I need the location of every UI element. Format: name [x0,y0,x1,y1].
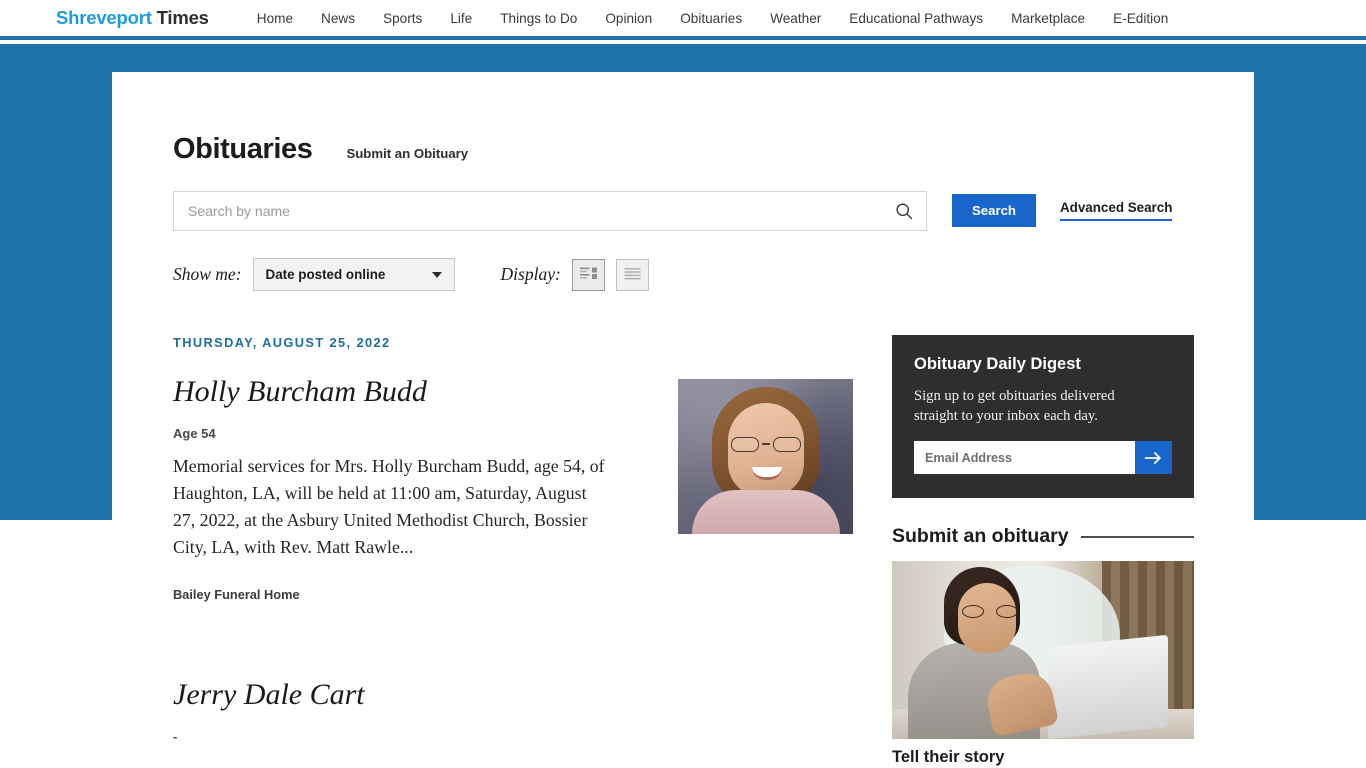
digest-subtitle: Sign up to get obituaries delivered stra… [914,388,1115,424]
listing-date-header: THURSDAY, AUGUST 25, 2022 [173,335,391,350]
search-icon-button[interactable] [882,192,926,230]
search-button[interactable]: Search [952,194,1036,227]
show-me-select[interactable]: Date posted online [252,258,455,291]
obituary-entry: Holly Burcham Budd Age 54 Memorial servi… [173,375,605,602]
submit-obituary-link[interactable]: Submit an Obituary [346,146,468,161]
obituary-age: Age 54 [173,426,216,441]
nav-item-obituaries[interactable]: Obituaries [666,11,756,26]
heading-divider [1080,535,1194,538]
glasses-icon [728,437,804,452]
advanced-search-link[interactable]: Advanced Search [1060,200,1173,221]
nav-item-marketplace[interactable]: Marketplace [997,11,1099,26]
nav-item-e-edition[interactable]: E-Edition [1099,11,1182,26]
arrow-right-icon [1144,451,1161,464]
show-me-label: Show me: [173,264,242,284]
submit-obituary-heading: Submit an obituary [892,525,1194,548]
list-view-icon [624,268,641,280]
site-logo[interactable]: Shreveport Times [56,7,209,29]
nav-item-educational-pathways[interactable]: Educational Pathways [835,11,997,26]
obituary-entry: Jerry Dale Cart - [173,678,365,744]
primary-nav-links: Home News Sports Life Things to Do Opini… [243,11,1183,26]
nav-item-news[interactable]: News [307,11,369,26]
nav-item-weather[interactable]: Weather [756,11,835,26]
digest-title: Obituary Daily Digest [914,355,1081,373]
glasses-icon [962,605,1018,618]
nav-item-sports[interactable]: Sports [369,11,436,26]
obituary-daily-digest-panel: Obituary Daily Digest Sign up to get obi… [892,335,1194,498]
nav-item-home[interactable]: Home [243,11,307,26]
digest-signup-form [914,441,1172,474]
obituary-funeral-home: Bailey Funeral Home [173,587,300,602]
search-input[interactable] [174,192,882,230]
display-label: Display: [500,264,561,284]
obituary-portrait-photo[interactable] [678,379,853,534]
email-field[interactable] [914,441,1135,474]
submit-obituary-caption-link[interactable]: Tell their story [892,748,1004,767]
show-me-selected-value: Date posted online [265,267,386,282]
promo-person-face [958,583,1016,653]
grid-view-icon [579,267,597,279]
obituary-age: - [173,729,178,744]
obituary-name-link[interactable]: Jerry Dale Cart [173,678,365,712]
digest-submit-button[interactable] [1135,441,1172,474]
display-mode-grid-button[interactable] [571,258,605,291]
search-icon [896,203,913,220]
page-heading-row: Obituaries Submit an Obituary [173,133,468,166]
filter-row: Show me: Date posted online Display: [173,258,649,291]
chevron-down-icon [431,271,442,278]
search-field-wrapper[interactable] [173,191,927,231]
portrait-shoulders [692,490,840,534]
nav-item-opinion[interactable]: Opinion [591,11,666,26]
obituary-excerpt: Memorial services for Mrs. Holly Burcham… [173,456,605,557]
submit-obituary-heading-text: Submit an obituary [892,525,1069,547]
brand-primary: Shreveport [56,7,152,28]
nav-item-things-to-do[interactable]: Things to Do [486,11,591,26]
submit-obituary-promo-image[interactable] [892,561,1194,739]
nav-item-life[interactable]: Life [436,11,486,26]
top-navigation-bar: Shreveport Times Home News Sports Life T… [0,0,1366,40]
display-mode-list-button[interactable] [615,258,649,291]
page-title: Obituaries [173,133,313,165]
laptop-icon [1048,634,1168,739]
obituary-name-link[interactable]: Holly Burcham Budd [173,375,605,409]
brand-secondary: Times [156,7,209,28]
